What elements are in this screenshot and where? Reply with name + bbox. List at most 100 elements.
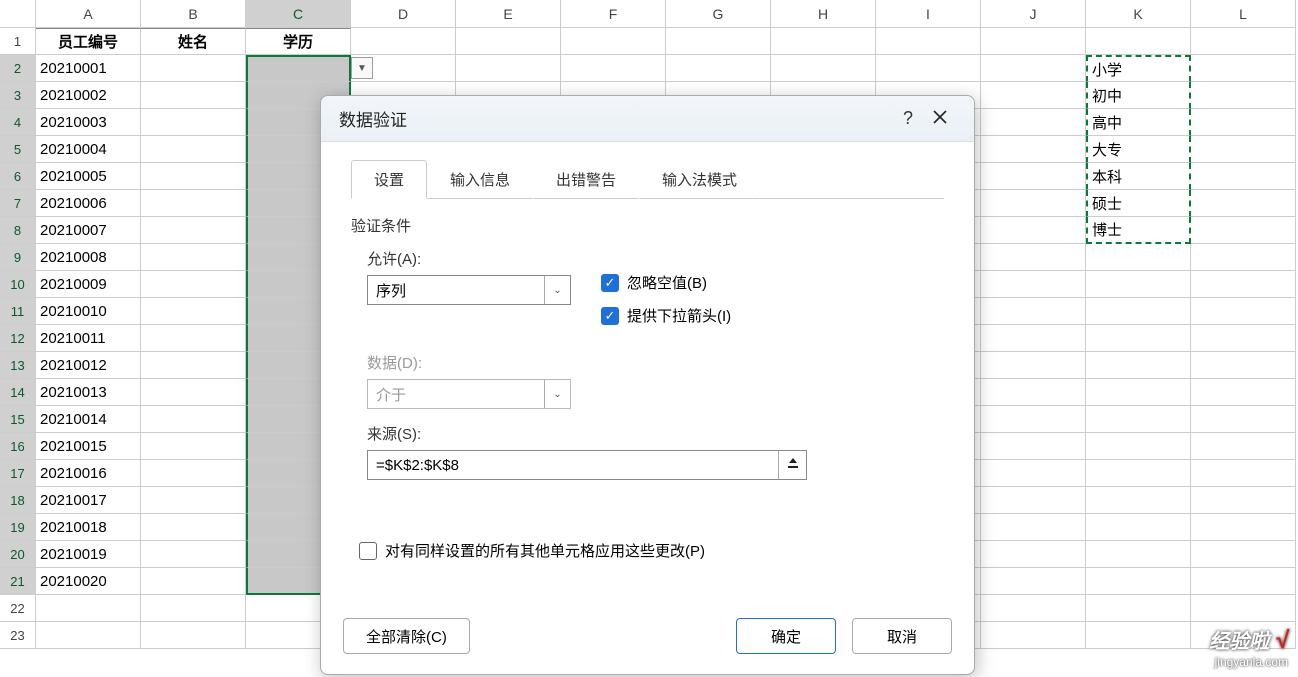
column-header-L[interactable]: L (1191, 0, 1296, 28)
cell-L9[interactable] (1191, 244, 1296, 271)
cancel-button[interactable]: 取消 (852, 618, 952, 654)
tab-error-alert[interactable]: 出错警告 (533, 160, 639, 199)
cell-B20[interactable] (141, 541, 246, 568)
cell-K14[interactable] (1086, 379, 1191, 406)
cell-J21[interactable] (981, 568, 1086, 595)
row-header-5[interactable]: 5 (0, 136, 36, 163)
cell-K23[interactable] (1086, 622, 1191, 649)
allow-combo[interactable]: 序列 ⌄ (367, 275, 571, 305)
cell-A15[interactable]: 20210014 (36, 406, 141, 433)
column-header-A[interactable]: A (36, 0, 141, 28)
cell-I2[interactable] (876, 55, 981, 82)
cell-B16[interactable] (141, 433, 246, 460)
cell-L14[interactable] (1191, 379, 1296, 406)
cell-B14[interactable] (141, 379, 246, 406)
column-header-C[interactable]: C (246, 0, 351, 28)
cell-A17[interactable]: 20210016 (36, 460, 141, 487)
tab-ime-mode[interactable]: 输入法模式 (639, 160, 760, 199)
cell-A13[interactable]: 20210012 (36, 352, 141, 379)
cell-L18[interactable] (1191, 487, 1296, 514)
column-header-G[interactable]: G (666, 0, 771, 28)
cell-J5[interactable] (981, 136, 1086, 163)
cell-J10[interactable] (981, 271, 1086, 298)
cell-K5[interactable]: 大专 (1086, 136, 1191, 163)
cell-J8[interactable] (981, 217, 1086, 244)
row-header-9[interactable]: 9 (0, 244, 36, 271)
cell-A19[interactable]: 20210018 (36, 514, 141, 541)
row-header-16[interactable]: 16 (0, 433, 36, 460)
tab-settings[interactable]: 设置 (351, 160, 427, 199)
column-header-D[interactable]: D (351, 0, 456, 28)
cell-B13[interactable] (141, 352, 246, 379)
cell-A5[interactable]: 20210004 (36, 136, 141, 163)
cell-K10[interactable] (1086, 271, 1191, 298)
cell-G1[interactable] (666, 28, 771, 55)
range-picker-button[interactable] (778, 451, 806, 479)
cell-L11[interactable] (1191, 298, 1296, 325)
cell-B18[interactable] (141, 487, 246, 514)
cell-B17[interactable] (141, 460, 246, 487)
allow-dropdown-button[interactable]: ⌄ (544, 276, 570, 304)
cell-A10[interactable]: 20210009 (36, 271, 141, 298)
cell-K16[interactable] (1086, 433, 1191, 460)
tab-input-message[interactable]: 输入信息 (427, 160, 533, 199)
row-header-17[interactable]: 17 (0, 460, 36, 487)
cell-J11[interactable] (981, 298, 1086, 325)
cell-K13[interactable] (1086, 352, 1191, 379)
cell-L20[interactable] (1191, 541, 1296, 568)
cell-B4[interactable] (141, 109, 246, 136)
ok-button[interactable]: 确定 (736, 618, 836, 654)
row-header-2[interactable]: 2 (0, 55, 36, 82)
cell-A7[interactable]: 20210006 (36, 190, 141, 217)
cell-L4[interactable] (1191, 109, 1296, 136)
cell-J3[interactable] (981, 82, 1086, 109)
cell-A9[interactable]: 20210008 (36, 244, 141, 271)
cell-J17[interactable] (981, 460, 1086, 487)
cell-B2[interactable] (141, 55, 246, 82)
row-header-19[interactable]: 19 (0, 514, 36, 541)
cell-B3[interactable] (141, 82, 246, 109)
column-header-E[interactable]: E (456, 0, 561, 28)
cell-K18[interactable] (1086, 487, 1191, 514)
cell-B12[interactable] (141, 325, 246, 352)
cell-L6[interactable] (1191, 163, 1296, 190)
cell-B8[interactable] (141, 217, 246, 244)
cell-A3[interactable]: 20210002 (36, 82, 141, 109)
cell-B15[interactable] (141, 406, 246, 433)
cell-A18[interactable]: 20210017 (36, 487, 141, 514)
cell-J13[interactable] (981, 352, 1086, 379)
row-header-12[interactable]: 12 (0, 325, 36, 352)
cell-L1[interactable] (1191, 28, 1296, 55)
cell-A4[interactable]: 20210003 (36, 109, 141, 136)
cell-L12[interactable] (1191, 325, 1296, 352)
cell-K2[interactable]: 小学 (1086, 55, 1191, 82)
cell-G2[interactable] (666, 55, 771, 82)
cell-J22[interactable] (981, 595, 1086, 622)
cell-A14[interactable]: 20210013 (36, 379, 141, 406)
row-header-3[interactable]: 3 (0, 82, 36, 109)
cell-B9[interactable] (141, 244, 246, 271)
cell-A8[interactable]: 20210007 (36, 217, 141, 244)
column-header-F[interactable]: F (561, 0, 666, 28)
cell-E2[interactable] (456, 55, 561, 82)
cell-H2[interactable] (771, 55, 876, 82)
cell-K6[interactable]: 本科 (1086, 163, 1191, 190)
cell-J23[interactable] (981, 622, 1086, 649)
cell-J1[interactable] (981, 28, 1086, 55)
cell-B23[interactable] (141, 622, 246, 649)
select-all-corner[interactable] (0, 0, 36, 28)
cell-A1[interactable]: 员工编号 (36, 28, 141, 55)
cell-C1[interactable]: 学历 (246, 28, 351, 55)
cell-K17[interactable] (1086, 460, 1191, 487)
row-header-22[interactable]: 22 (0, 595, 36, 622)
cell-A16[interactable]: 20210015 (36, 433, 141, 460)
cell-I1[interactable] (876, 28, 981, 55)
row-header-15[interactable]: 15 (0, 406, 36, 433)
cell-K4[interactable]: 高中 (1086, 109, 1191, 136)
column-header-K[interactable]: K (1086, 0, 1191, 28)
cell-K12[interactable] (1086, 325, 1191, 352)
cell-A6[interactable]: 20210005 (36, 163, 141, 190)
help-button[interactable]: ? (892, 103, 924, 135)
cell-B10[interactable] (141, 271, 246, 298)
row-header-1[interactable]: 1 (0, 28, 36, 55)
